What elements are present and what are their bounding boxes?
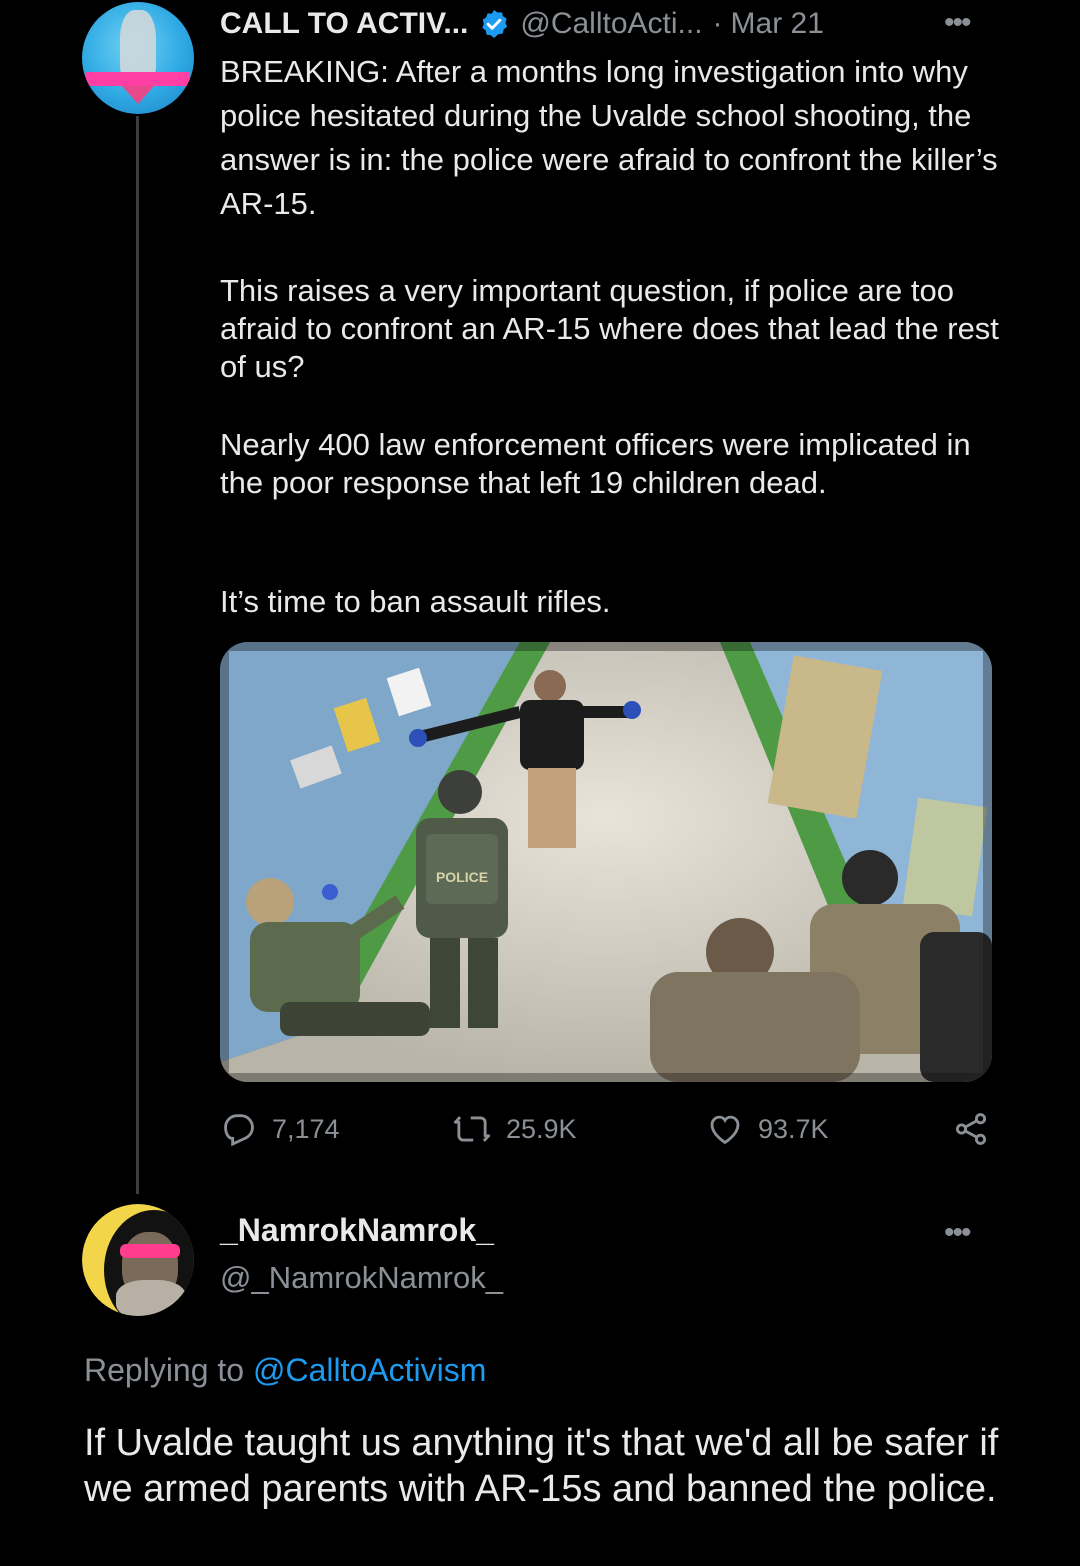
author-handle[interactable]: @CalltoActi... — [520, 7, 702, 41]
tweet-paragraph: This raises a very important question, i… — [220, 273, 999, 384]
share-button[interactable] — [952, 1110, 1004, 1148]
author-display-name[interactable]: CALL TO ACTIV... — [220, 7, 468, 41]
tweet-paragraph: Nearly 400 law enforcement officers were… — [220, 427, 971, 500]
replying-to-mention-link[interactable]: @CalltoActivism — [253, 1352, 486, 1388]
avatar-banner — [86, 72, 190, 86]
like-count: 93.7K — [758, 1113, 829, 1144]
more-options-icon[interactable]: ••• — [944, 6, 971, 40]
reply-button[interactable]: 7,174 — [220, 1110, 340, 1148]
retweet-count: 25.9K — [506, 1113, 577, 1144]
reply-author-handle[interactable]: @_NamrokNamrok_ — [220, 1260, 503, 1296]
reply-author-display-name[interactable]: _NamrokNamrok_ — [220, 1212, 494, 1249]
heart-icon — [710, 1115, 740, 1145]
retweet-icon — [453, 1116, 491, 1142]
avatar-beard-shape — [116, 1280, 186, 1316]
author-avatar[interactable] — [82, 2, 194, 114]
like-button[interactable]: 93.7K — [706, 1110, 829, 1148]
tweet-paragraph: It’s time to ban assault rifles. — [220, 584, 611, 619]
tweet-date[interactable]: Mar 21 — [731, 7, 824, 41]
tweet-header: CALL TO ACTIV... @CalltoActi... · Mar 21 — [220, 4, 824, 44]
avatar-triangle-icon — [122, 86, 154, 104]
retweet-button[interactable]: 25.9K — [452, 1110, 577, 1148]
tweet-action-bar: 7,174 25.9K 93.7K — [220, 1110, 1000, 1156]
tweet-media-image[interactable]: POLICE — [220, 642, 992, 1082]
replying-to-line: Replying to @CalltoActivism — [84, 1352, 486, 1389]
tweet-paragraph: BREAKING: After a months long investigat… — [220, 54, 998, 221]
reply-text: If Uvalde taught us anything it's that w… — [84, 1422, 999, 1510]
reply-author-avatar[interactable] — [82, 1204, 194, 1316]
thread-connector-line — [136, 116, 139, 1194]
header-separator: · — [712, 7, 723, 40]
share-icon — [955, 1113, 987, 1145]
verified-badge-icon — [478, 8, 510, 40]
statue-of-liberty-icon — [120, 10, 156, 80]
reply-count: 7,174 — [272, 1113, 340, 1144]
replying-to-prefix: Replying to — [84, 1352, 245, 1388]
reply-more-options-icon[interactable]: ••• — [944, 1216, 971, 1250]
avatar-glasses-icon — [120, 1244, 180, 1258]
police-vest-label: POLICE — [436, 869, 488, 885]
reply-icon — [224, 1114, 254, 1147]
